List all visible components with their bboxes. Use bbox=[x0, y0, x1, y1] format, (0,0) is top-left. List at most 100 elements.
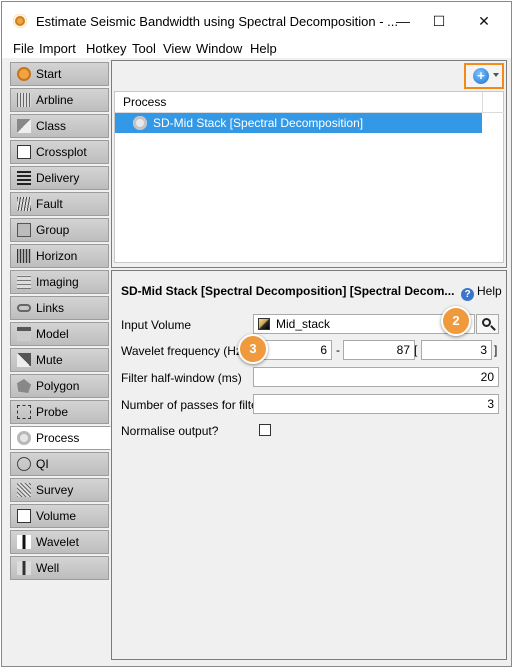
group-icon bbox=[17, 223, 31, 237]
start-icon bbox=[17, 67, 31, 81]
sidebar-item-horizon[interactable]: Horizon bbox=[10, 244, 109, 268]
sidebar: Start Arbline Class Crossplot Delivery F… bbox=[10, 62, 111, 582]
sidebar-item-imaging[interactable]: Imaging bbox=[10, 270, 109, 294]
volume-icon bbox=[258, 318, 270, 330]
sidebar-item-links[interactable]: Links bbox=[10, 296, 109, 320]
process-row-label: SD-Mid Stack [Spectral Decomposition] bbox=[153, 116, 364, 130]
add-process-button[interactable]: + bbox=[464, 63, 504, 89]
sidebar-item-label: Wavelet bbox=[36, 535, 79, 549]
filter-half-window-label: Filter half-window (ms) bbox=[121, 371, 242, 385]
window-title: Estimate Seismic Bandwidth using Spectra… bbox=[36, 14, 398, 29]
sidebar-item-label: Start bbox=[36, 67, 62, 81]
menu-view[interactable]: View bbox=[163, 41, 191, 56]
sidebar-item-mute[interactable]: Mute bbox=[10, 348, 109, 372]
fault-icon bbox=[17, 197, 31, 211]
menu-hotkey[interactable]: Hotkey bbox=[86, 41, 126, 56]
sidebar-item-label: Horizon bbox=[36, 249, 78, 263]
column-header-filler bbox=[482, 92, 504, 113]
maximize-button[interactable]: ☐ bbox=[424, 8, 454, 34]
sidebar-item-process[interactable]: Process bbox=[10, 426, 111, 450]
sidebar-item-label: Class bbox=[36, 119, 67, 133]
sidebar-item-class[interactable]: Class bbox=[10, 114, 109, 138]
normalise-checkbox[interactable] bbox=[259, 424, 271, 436]
menu-file[interactable]: File bbox=[13, 41, 34, 56]
delivery-icon bbox=[17, 171, 31, 185]
sidebar-item-group[interactable]: Group bbox=[10, 218, 109, 242]
mute-icon bbox=[17, 353, 31, 367]
sidebar-item-model[interactable]: Model bbox=[10, 322, 109, 346]
sidebar-item-label: Delivery bbox=[36, 171, 80, 185]
sidebar-item-label: Imaging bbox=[36, 275, 79, 289]
menu-tool[interactable]: Tool bbox=[132, 41, 156, 56]
horizon-icon bbox=[17, 249, 31, 263]
callout-badge-2: 2 bbox=[441, 306, 471, 336]
model-icon bbox=[17, 327, 31, 341]
menu-help[interactable]: Help bbox=[250, 41, 277, 56]
sidebar-item-crossplot[interactable]: Crossplot bbox=[10, 140, 109, 164]
sidebar-item-label: Probe bbox=[36, 405, 69, 419]
callout-badge-3: 3 bbox=[238, 334, 268, 364]
app-logo-icon bbox=[13, 14, 27, 28]
sidebar-item-label: Volume bbox=[36, 509, 77, 523]
sidebar-item-label: Survey bbox=[36, 483, 74, 497]
polygon-icon bbox=[17, 379, 31, 393]
process-row[interactable]: SD-Mid Stack [Spectral Decomposition] bbox=[115, 113, 482, 133]
sidebar-item-label: Fault bbox=[36, 197, 63, 211]
menu-import[interactable]: Import bbox=[39, 41, 76, 56]
range-dash: - bbox=[336, 343, 340, 357]
sidebar-item-label: Model bbox=[36, 327, 69, 341]
sidebar-item-label: QI bbox=[36, 457, 49, 471]
browse-volume-button[interactable] bbox=[476, 314, 499, 334]
help-button[interactable]: ? Help bbox=[461, 284, 502, 301]
volume-icon bbox=[17, 509, 31, 523]
sidebar-item-label: Arbline bbox=[36, 93, 74, 107]
menu-window[interactable]: Window bbox=[196, 41, 242, 56]
sidebar-item-fault[interactable]: Fault bbox=[10, 192, 109, 216]
sidebar-item-wavelet[interactable]: Wavelet bbox=[10, 530, 109, 554]
minimize-button[interactable]: — bbox=[388, 8, 418, 34]
sidebar-item-qi[interactable]: QI bbox=[10, 452, 109, 476]
sidebar-item-label: Process bbox=[36, 431, 80, 445]
sidebar-item-label: Crossplot bbox=[36, 145, 87, 159]
crossplot-icon bbox=[17, 145, 31, 159]
sidebar-item-label: Well bbox=[36, 561, 60, 575]
wavelet-frequency-label: Wavelet frequency (Hz) bbox=[121, 344, 246, 358]
details-title: SD-Mid Stack [Spectral Decomposition] [S… bbox=[121, 284, 455, 298]
sidebar-item-delivery[interactable]: Delivery bbox=[10, 166, 109, 190]
plus-circle-icon: + bbox=[473, 68, 489, 84]
arbline-icon bbox=[17, 93, 31, 107]
well-icon bbox=[17, 561, 31, 575]
help-label: Help bbox=[477, 284, 502, 298]
sidebar-item-arbline[interactable]: Arbline bbox=[10, 88, 109, 112]
wavelet-frequency-max-field[interactable]: 87 bbox=[343, 340, 415, 360]
help-icon: ? bbox=[461, 288, 474, 301]
close-button[interactable]: ✕ bbox=[469, 8, 499, 34]
sidebar-item-label: Links bbox=[36, 301, 65, 315]
class-icon bbox=[17, 119, 31, 133]
sidebar-item-label: Group bbox=[36, 223, 70, 237]
menu-bar: File Import Hotkey Tool View Window Help bbox=[2, 38, 511, 58]
sidebar-item-survey[interactable]: Survey bbox=[10, 478, 109, 502]
filter-half-window-field[interactable]: 20 bbox=[253, 367, 499, 387]
qi-icon bbox=[17, 457, 31, 471]
imaging-icon bbox=[17, 275, 31, 289]
sidebar-item-probe[interactable]: Probe bbox=[10, 400, 109, 424]
sidebar-item-volume[interactable]: Volume bbox=[10, 504, 109, 528]
process-column-header: Process bbox=[115, 92, 482, 113]
sidebar-item-label: Mute bbox=[36, 353, 63, 367]
wavelet-frequency-step-field[interactable]: 3 bbox=[421, 340, 492, 360]
sidebar-item-well[interactable]: Well bbox=[10, 556, 109, 580]
process-gear-icon bbox=[17, 431, 31, 445]
passes-field[interactable]: 3 bbox=[253, 394, 499, 414]
process-list-panel: + Process SD-Mid Stack [Spectral Decompo… bbox=[111, 60, 507, 268]
normalise-label: Normalise output? bbox=[121, 424, 219, 438]
survey-icon bbox=[17, 483, 31, 497]
process-table: Process SD-Mid Stack [Spectral Decomposi… bbox=[114, 91, 504, 263]
sidebar-item-polygon[interactable]: Polygon bbox=[10, 374, 109, 398]
input-volume-value: Mid_stack bbox=[276, 317, 331, 331]
process-header-label: Process bbox=[123, 95, 167, 109]
wavelet-icon bbox=[17, 535, 31, 549]
step-close-bracket: ] bbox=[494, 343, 498, 357]
gear-icon bbox=[133, 116, 147, 130]
sidebar-item-start[interactable]: Start bbox=[10, 62, 109, 86]
